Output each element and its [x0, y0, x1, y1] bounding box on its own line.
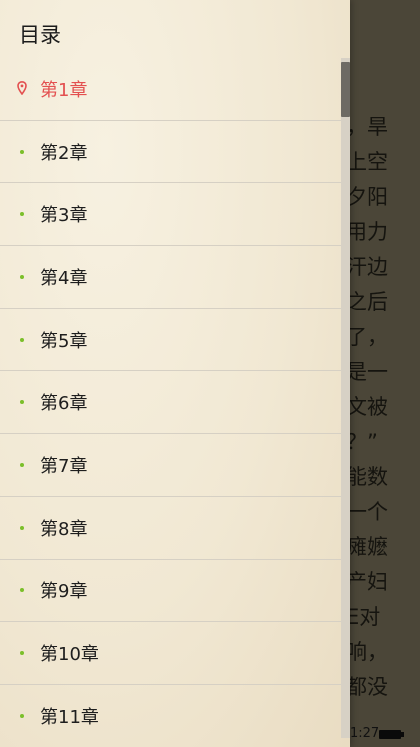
chapter-label: 第7章 — [40, 455, 88, 477]
chapter-item-5[interactable]: 第5章 — [0, 309, 350, 372]
chapter-label: 第8章 — [40, 518, 88, 540]
chapter-label: 第6章 — [40, 393, 88, 415]
chapter-item-2[interactable]: 第2章 — [0, 121, 350, 184]
reader-line: 响， — [346, 640, 388, 664]
dot-icon — [20, 462, 24, 467]
dot-icon — [20, 525, 24, 530]
status-time: 1:27 — [350, 726, 380, 741]
dot-icon — [20, 337, 24, 342]
chapter-item-9[interactable]: 第9章 — [0, 560, 350, 623]
reader-line: 了， — [346, 325, 388, 349]
reader-line: 之后 — [346, 290, 388, 314]
reader-line: 汗边 — [346, 255, 388, 279]
scrollbar-track[interactable] — [341, 58, 350, 738]
chapter-list: 第1章 第2章 第3章 第4章 第5章 第6章 第7章 第8章 第9章 第10章… — [0, 58, 350, 747]
chapter-item-7[interactable]: 第7章 — [0, 434, 350, 497]
reader-line: ？” — [346, 430, 378, 454]
drawer-title: 目录 — [19, 23, 61, 47]
reader-line: 产妇 — [346, 570, 388, 594]
reader-line: 夕阳 — [346, 185, 388, 209]
chapter-label: 第10章 — [40, 644, 99, 666]
chapter-item-11[interactable]: 第11章 — [0, 685, 350, 747]
reader-line: 瘫嬷 — [346, 535, 388, 559]
battery-icon — [379, 730, 404, 739]
reader-line: 都没 — [346, 675, 388, 699]
dot-icon — [20, 212, 24, 217]
chapter-item-10[interactable]: 第10章 — [0, 622, 350, 685]
chapter-label: 第9章 — [40, 581, 88, 603]
chapter-label: 第4章 — [40, 267, 88, 289]
chapter-item-3[interactable]: 第3章 — [0, 183, 350, 247]
reader-line: 文被 — [346, 395, 388, 419]
reader-line: ，旱 — [346, 115, 388, 139]
reader-line: 上空 — [346, 150, 388, 174]
chapter-item-4[interactable]: 第4章 — [0, 246, 350, 309]
reader-line: 能数 — [346, 465, 388, 489]
reader-text: ，旱 上空 夕阳 用力 汗边 之后 了， 是一 文被 ？” 能数 一个 瘫嬷 产… — [346, 110, 420, 705]
dot-icon — [20, 274, 24, 279]
dot-icon — [20, 713, 24, 718]
reader-line: 一个 — [346, 500, 388, 524]
dot-icon — [20, 400, 24, 405]
chapter-label: 第2章 — [40, 142, 88, 164]
chapter-item-6[interactable]: 第6章 — [0, 371, 350, 435]
chapter-item-8[interactable]: 第8章 — [0, 497, 350, 560]
chapter-label: 第11章 — [40, 706, 99, 728]
chapter-label: 第1章 — [40, 79, 88, 101]
dot-icon — [20, 588, 24, 593]
chapter-label: 第3章 — [40, 205, 88, 227]
reader-line: 用力 — [346, 220, 388, 244]
reader-line: 是一 — [346, 360, 388, 384]
reader-line: E对 — [346, 605, 381, 629]
screen: ，旱 上空 夕阳 用力 汗边 之后 了， 是一 文被 ？” 能数 一个 瘫嬷 产… — [0, 0, 420, 747]
dot-icon — [20, 149, 24, 154]
chapter-label: 第5章 — [40, 330, 88, 352]
location-pin-icon — [17, 80, 27, 95]
scrollbar-thumb[interactable] — [341, 62, 350, 117]
table-of-contents-drawer: 目录 第1章 第2章 第3章 第4章 第5章 第6章 第7章 第8章 第9章 第… — [0, 0, 350, 747]
chapter-item-1[interactable]: 第1章 — [0, 58, 350, 121]
dot-icon — [20, 651, 24, 656]
